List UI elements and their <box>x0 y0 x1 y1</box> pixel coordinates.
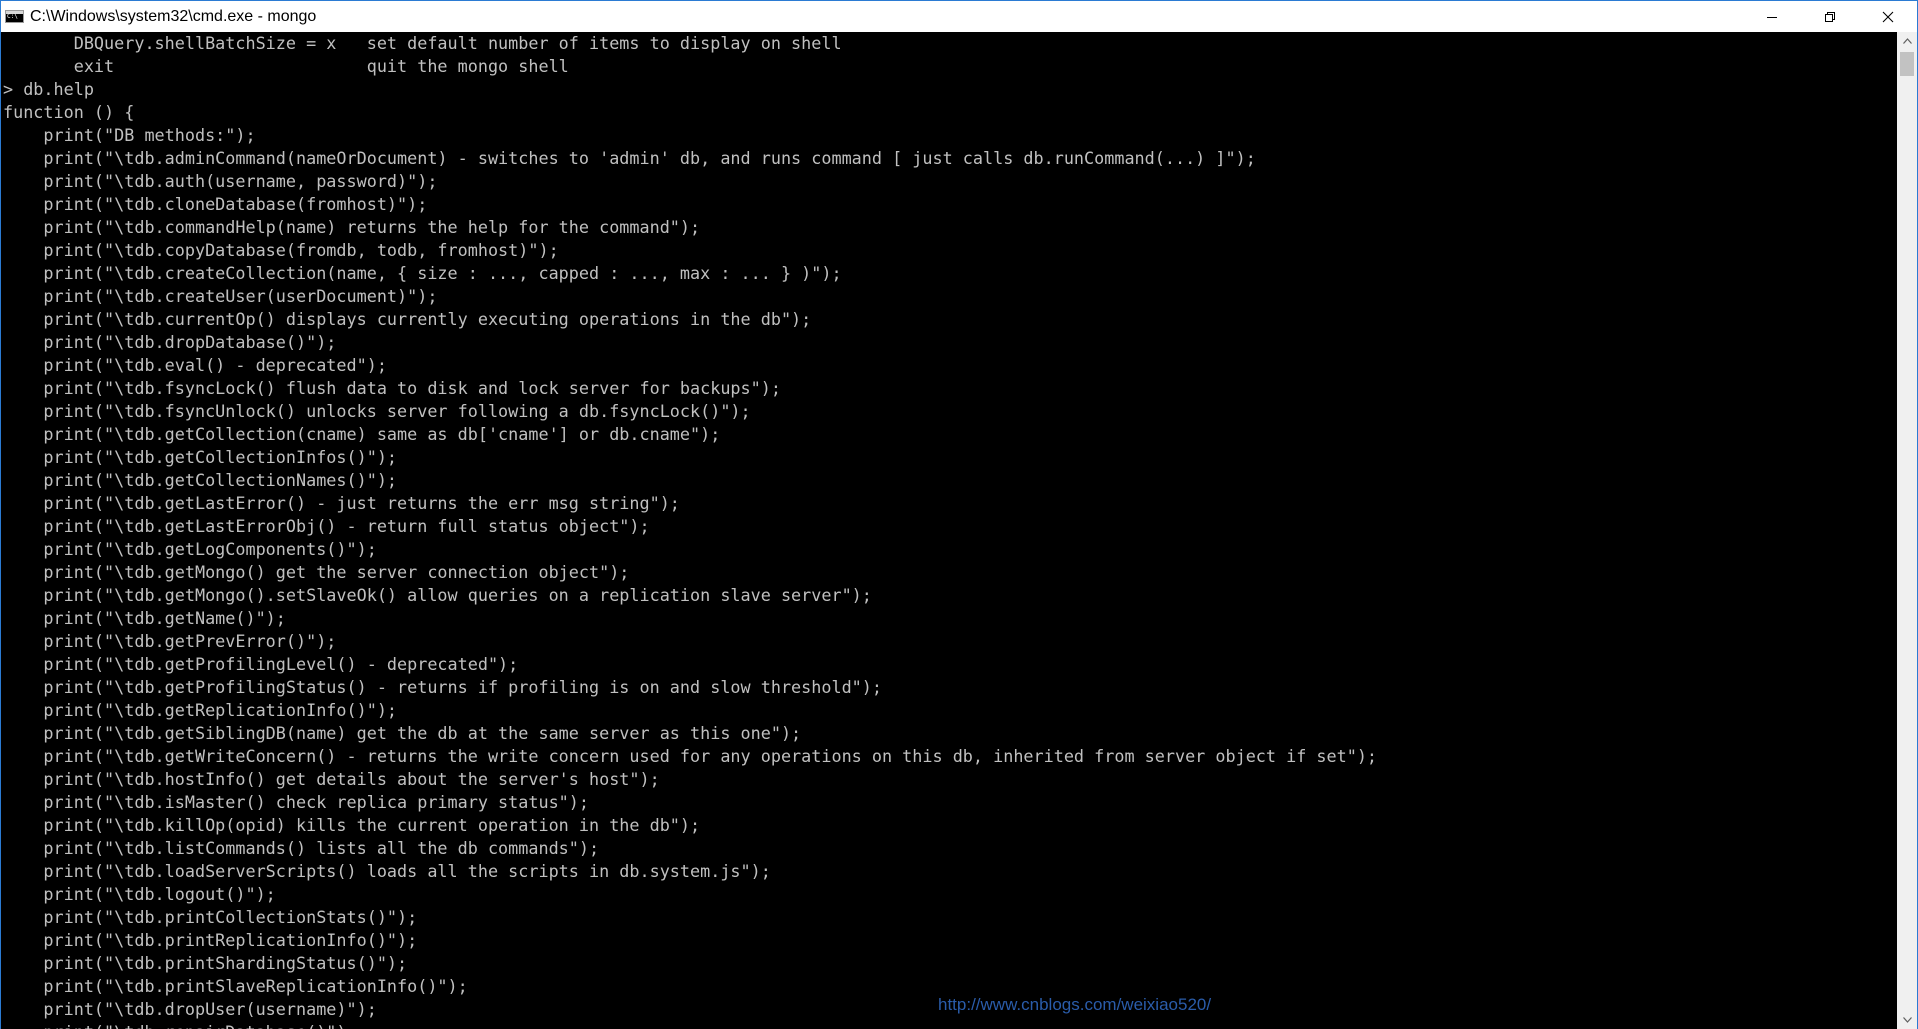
console-line: DBQuery.shellBatchSize = x set default n… <box>3 33 842 53</box>
console-line: print("\tdb.getReplicationInfo()"); <box>3 700 398 720</box>
console-line: print("\tdb.getSiblingDB(name) get the d… <box>3 723 802 743</box>
title-bar[interactable]: C:\Windows\system32\cmd.exe - mongo <box>1 1 1917 32</box>
console-line: print("\tdb.getMongo().setSlaveOk() allo… <box>3 585 872 605</box>
cmd-window: C:\Windows\system32\cmd.exe - mongo <box>0 0 1918 1029</box>
close-icon <box>1882 11 1894 22</box>
console-line: print("\tdb.hostInfo() get details about… <box>3 769 660 789</box>
console-line: print("\tdb.repairDatabase()"); <box>3 1021 1377 1029</box>
console-line: print("\tdb.loadServerScripts() loads al… <box>3 861 771 881</box>
console-line: print("\tdb.commandHelp(name) returns th… <box>3 217 701 237</box>
console-line: print("\tdb.createCollection(name, { siz… <box>3 263 842 283</box>
console-line: print("\tdb.killOp(opid) kills the curre… <box>3 815 701 835</box>
restore-icon <box>1825 11 1835 22</box>
vertical-scrollbar[interactable] <box>1897 32 1917 1029</box>
console-line: print("\tdb.auth(username, password)"); <box>3 171 438 191</box>
console-line: print("\tdb.fsyncLock() flush data to di… <box>3 378 781 398</box>
console-line: print("\tdb.eval() - deprecated"); <box>3 355 387 375</box>
console-line: print("\tdb.getName()"); <box>3 608 286 628</box>
console-line: print("\tdb.printCollectionStats()"); <box>3 907 418 927</box>
console-line: print("\tdb.getProfilingStatus() - retur… <box>3 677 882 697</box>
scroll-down-button[interactable] <box>1897 1011 1917 1029</box>
console-line: exit quit the mongo shell <box>3 56 569 76</box>
console-line: print("\tdb.fsyncUnlock() unlocks server… <box>3 401 751 421</box>
cmd-app-icon[interactable] <box>5 10 24 23</box>
console-line: print("\tdb.cloneDatabase(fromhost)"); <box>3 194 428 214</box>
console-line: print("\tdb.getProfilingLevel() - deprec… <box>3 654 519 674</box>
console-output[interactable]: DBQuery.shellBatchSize = x set default n… <box>1 32 1898 1029</box>
console-line: print("\tdb.adminCommand(nameOrDocument)… <box>3 148 1256 168</box>
console-line: print("\tdb.getCollectionNames()"); <box>3 470 398 490</box>
console-line: print("\tdb.getMongo() get the server co… <box>3 562 630 582</box>
console-line: print("\tdb.getPrevError()"); <box>3 631 337 651</box>
console-line: print("\tdb.getCollection(cname) same as… <box>3 424 721 444</box>
console-line: print("\tdb.currentOp() displays current… <box>3 309 812 329</box>
console-line: print("\tdb.printShardingStatus()"); <box>3 953 408 973</box>
scrollbar-thumb[interactable] <box>1900 52 1914 76</box>
console-line: print("\tdb.getLogComponents()"); <box>3 539 377 559</box>
console-line: print("DB methods:"); <box>3 125 256 145</box>
scroll-up-button[interactable] <box>1897 32 1917 50</box>
chevron-up-icon <box>1902 38 1912 44</box>
console-line: > db.help <box>3 79 94 99</box>
console-line: print("\tdb.logout()"); <box>3 884 276 904</box>
window-controls <box>1743 1 1917 32</box>
watermark-url: http://www.cnblogs.com/weixiao520/ <box>938 995 1212 1014</box>
console-line: print("\tdb.getCollectionInfos()"); <box>3 447 398 467</box>
console-line: print("\tdb.dropDatabase()"); <box>3 332 337 352</box>
console-line: print("\tdb.isMaster() check replica pri… <box>3 792 589 812</box>
console-line: print("\tdb.createUser(userDocument)"); <box>3 286 438 306</box>
console-text: DBQuery.shellBatchSize = x set default n… <box>3 32 1377 1029</box>
console-line: print("\tdb.copyDatabase(fromdb, todb, f… <box>3 240 559 260</box>
minimize-button[interactable] <box>1743 1 1801 32</box>
chevron-down-icon <box>1902 1017 1912 1023</box>
console-line: print("\tdb.getLastError() - just return… <box>3 493 680 513</box>
console-line: print("\tdb.getLastErrorObj() - return f… <box>3 516 650 536</box>
close-button[interactable] <box>1859 1 1917 32</box>
minimize-icon <box>1767 16 1777 18</box>
console-line: function () { <box>3 102 135 122</box>
console-line: print("\tdb.listCommands() lists all the… <box>3 838 600 858</box>
console-line: print("\tdb.printReplicationInfo()"); <box>3 930 418 950</box>
console-line: print("\tdb.getWriteConcern() - returns … <box>3 746 1378 766</box>
restore-button[interactable] <box>1801 1 1859 32</box>
window-title: C:\Windows\system32\cmd.exe - mongo <box>30 7 317 25</box>
